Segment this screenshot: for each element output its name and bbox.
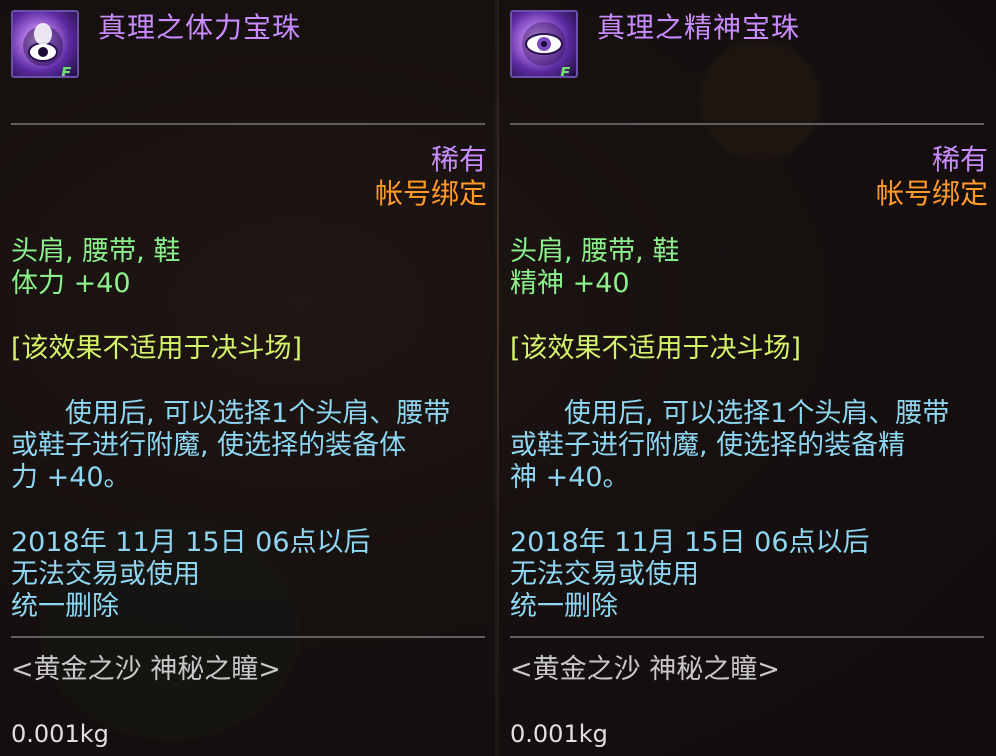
- item-icon: E: [510, 10, 578, 78]
- divider: [11, 636, 485, 638]
- item-title: 真理之体力宝珠: [98, 11, 302, 44]
- binding-label: 帐号绑定: [875, 177, 988, 210]
- item-title: 真理之精神宝珠: [597, 11, 801, 44]
- item-source: <黄金之沙 神秘之瞳>: [11, 654, 281, 685]
- item-source: <黄金之沙 神秘之瞳>: [510, 654, 780, 685]
- restriction-note: [该效果不适用于决斗场]: [11, 333, 303, 364]
- slot-list: 头肩, 腰带, 鞋: [510, 236, 680, 267]
- expiry-line: 无法交易或使用: [510, 559, 699, 590]
- expiry-line: 无法交易或使用: [11, 559, 200, 590]
- description-line: 或鞋子进行附魔, 使选择的装备精: [510, 430, 906, 461]
- divider: [510, 123, 984, 125]
- restriction-note: [该效果不适用于决斗场]: [510, 333, 802, 364]
- description-line: 使用后, 可以选择1个头肩、腰带: [510, 398, 950, 429]
- slot-list: 头肩, 腰带, 鞋: [11, 236, 181, 267]
- stat-line: 体力 +40: [11, 268, 131, 299]
- description-line: 使用后, 可以选择1个头肩、腰带: [11, 398, 451, 429]
- item-tooltip-stamina-orb: E 真理之体力宝珠 稀有 帐号绑定 头肩, 腰带, 鞋 体力 +40 [该效果不…: [0, 0, 497, 756]
- description-line: 神 +40。: [510, 462, 630, 493]
- expiry-line: 统一删除: [11, 591, 119, 622]
- item-weight: 0.001kg: [11, 720, 109, 748]
- expiry-line: 统一删除: [510, 591, 618, 622]
- description-line: 力 +40。: [11, 462, 131, 493]
- expiry-line: 2018年 11月 15日 06点以后: [510, 527, 870, 558]
- description-line: 或鞋子进行附魔, 使选择的装备体: [11, 430, 407, 461]
- item-weight: 0.001kg: [510, 720, 608, 748]
- expiry-line: 2018年 11月 15日 06点以后: [11, 527, 371, 558]
- enchant-badge: E: [560, 64, 571, 78]
- divider: [11, 123, 485, 125]
- stat-line: 精神 +40: [510, 268, 630, 299]
- divider: [510, 636, 984, 638]
- binding-label: 帐号绑定: [374, 177, 487, 210]
- item-icon: E: [11, 10, 79, 78]
- item-tooltip-spirit-orb: E 真理之精神宝珠 稀有 帐号绑定 头肩, 腰带, 鞋 精神 +40 [该效果不…: [499, 0, 996, 756]
- enchant-badge: E: [61, 64, 72, 78]
